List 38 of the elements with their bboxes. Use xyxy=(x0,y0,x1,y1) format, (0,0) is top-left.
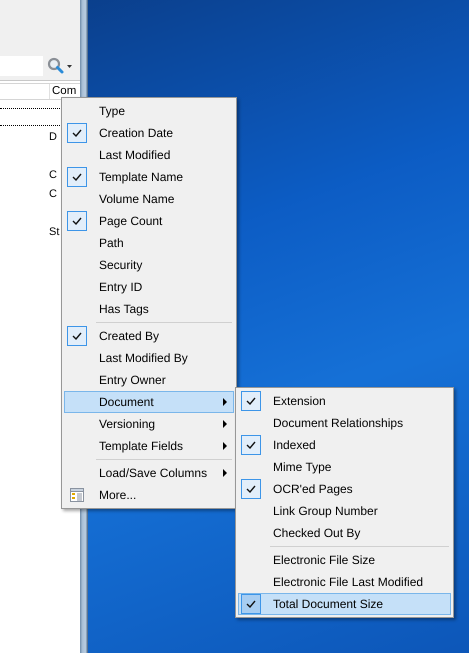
submenu-arrow-icon xyxy=(223,469,227,477)
menu-item[interactable]: Link Group Number xyxy=(238,500,451,522)
menu-item[interactable]: Indexed xyxy=(238,434,451,456)
menu-item[interactable]: Volume Name xyxy=(64,188,234,210)
menu-item[interactable]: Page Count xyxy=(64,210,234,232)
menu-item[interactable]: Checked Out By xyxy=(238,522,451,544)
list-item-text: St xyxy=(49,225,60,240)
menu-item[interactable]: Template Fields xyxy=(64,435,234,457)
submenu-arrow-icon xyxy=(223,420,227,428)
menu-item[interactable]: Document Relationships xyxy=(238,412,451,434)
menu-item[interactable]: More... xyxy=(64,484,234,506)
menu-item[interactable]: Total Document Size xyxy=(238,593,451,615)
menu-item[interactable]: Entry ID xyxy=(64,276,234,298)
submenu-arrow-icon xyxy=(223,398,227,406)
menu-item[interactable]: OCR'ed Pages xyxy=(238,478,451,500)
list-item-text: D xyxy=(49,130,58,145)
menu-item[interactable]: Creation Date xyxy=(64,122,234,144)
menu-item[interactable]: Path xyxy=(64,232,234,254)
menu-item[interactable]: Template Name xyxy=(64,166,234,188)
menu-item[interactable]: Extension xyxy=(238,390,451,412)
menu-item[interactable]: Mime Type xyxy=(238,456,451,478)
menu-item[interactable]: Type xyxy=(64,100,234,122)
menu-item[interactable]: Electronic File Last Modified xyxy=(238,571,451,593)
menu-item[interactable]: Created By xyxy=(64,325,234,347)
menu-item[interactable]: Last Modified xyxy=(64,144,234,166)
menu-item[interactable]: Electronic File Size xyxy=(238,549,451,571)
menu-item[interactable]: Document xyxy=(64,391,234,413)
columns-icon xyxy=(70,488,84,502)
menu-item[interactable]: Has Tags xyxy=(64,298,234,320)
menu-item[interactable]: Last Modified By xyxy=(64,347,234,369)
menu-item[interactable]: Versioning xyxy=(64,413,234,435)
list-item-text: C xyxy=(49,168,58,183)
menu-item[interactable]: Load/Save Columns xyxy=(64,462,234,484)
search-icon[interactable] xyxy=(47,57,73,75)
menu-item[interactable]: Entry Owner xyxy=(64,369,234,391)
submenu-arrow-icon xyxy=(223,442,227,450)
list-item-text: C xyxy=(49,187,58,202)
menu-item[interactable]: Security xyxy=(64,254,234,276)
